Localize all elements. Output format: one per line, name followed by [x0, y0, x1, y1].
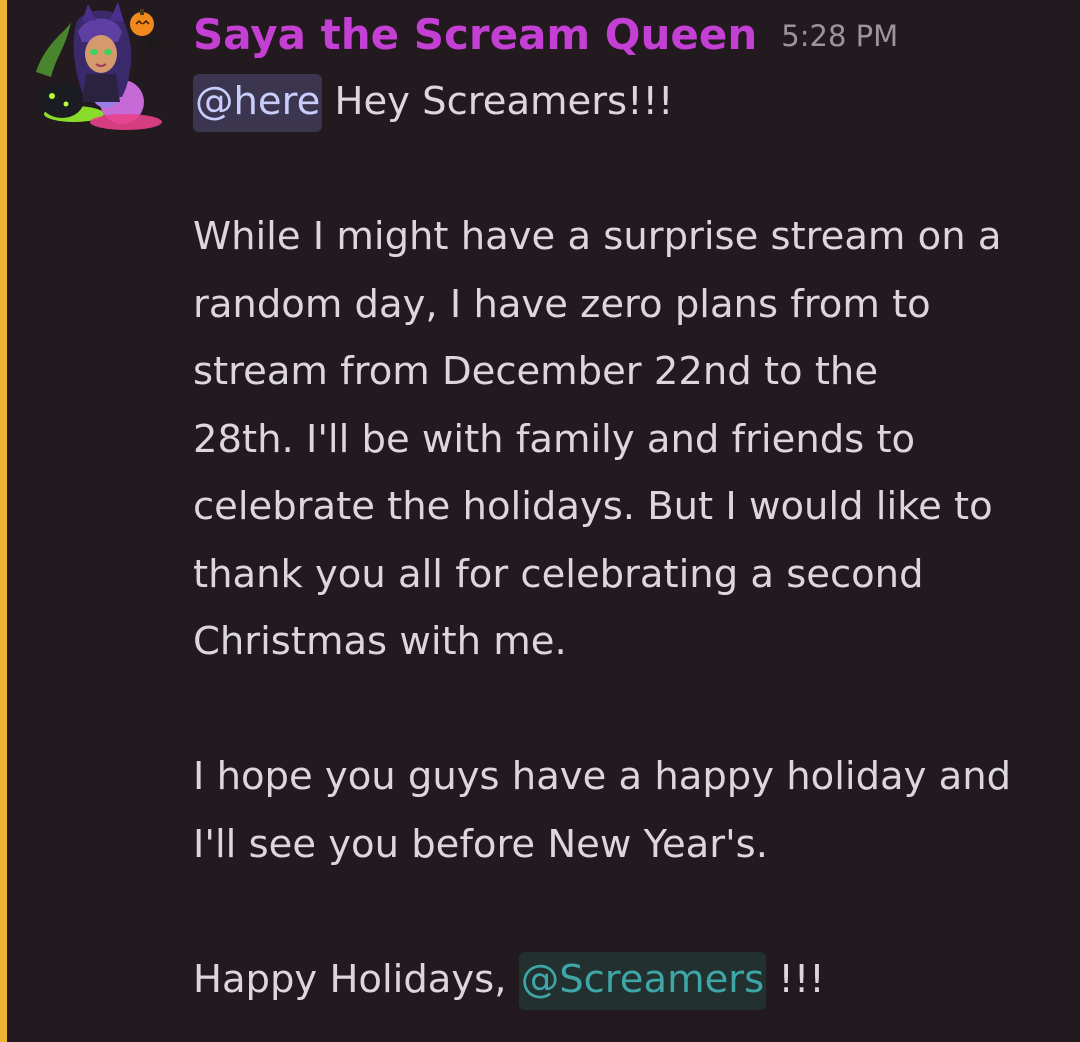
message-line: Christmas with me. [193, 619, 567, 664]
message-line: celebrate the holidays. But I would like… [193, 484, 993, 529]
message-line: thank you all for celebrating a second [193, 551, 924, 597]
closing-suffix: !!! [766, 956, 825, 1002]
username[interactable]: Saya the Scream Queen [193, 10, 757, 59]
message-line: While I might have a surprise stream on … [193, 214, 1002, 259]
message-line: I'll see you before New Year's. [193, 821, 768, 867]
message-line: stream from December 22nd to the [193, 349, 879, 394]
chat-screen: Saya the Scream Queen 5:28 PM @here Hey S… [0, 0, 1080, 1042]
message-line: random day, I have zero plans from to [193, 281, 931, 327]
message-line: Happy Holidays, @Screamers !!! [193, 946, 1063, 1014]
closing-prefix: Happy Holidays, [193, 956, 519, 1002]
message-header: Saya the Scream Queen 5:28 PM [193, 10, 898, 59]
witch-avatar-icon[interactable] [26, 2, 162, 132]
message-line: 28th. I'll be with family and friends to [193, 416, 916, 462]
screamers-role-mention[interactable]: @Screamers [518, 951, 767, 1010]
here-mention[interactable]: @here [193, 74, 323, 132]
message-content: @here Hey Screamers!!! While I might hav… [193, 68, 1063, 1013]
message-line: @here Hey Screamers!!! [193, 68, 1063, 136]
mention-highlight-bar [0, 0, 7, 1042]
message-line: I hope you guys have a happy holiday and [193, 754, 1012, 799]
greeting-text: Hey Screamers!!! [322, 79, 674, 124]
timestamp[interactable]: 5:28 PM [781, 19, 898, 53]
